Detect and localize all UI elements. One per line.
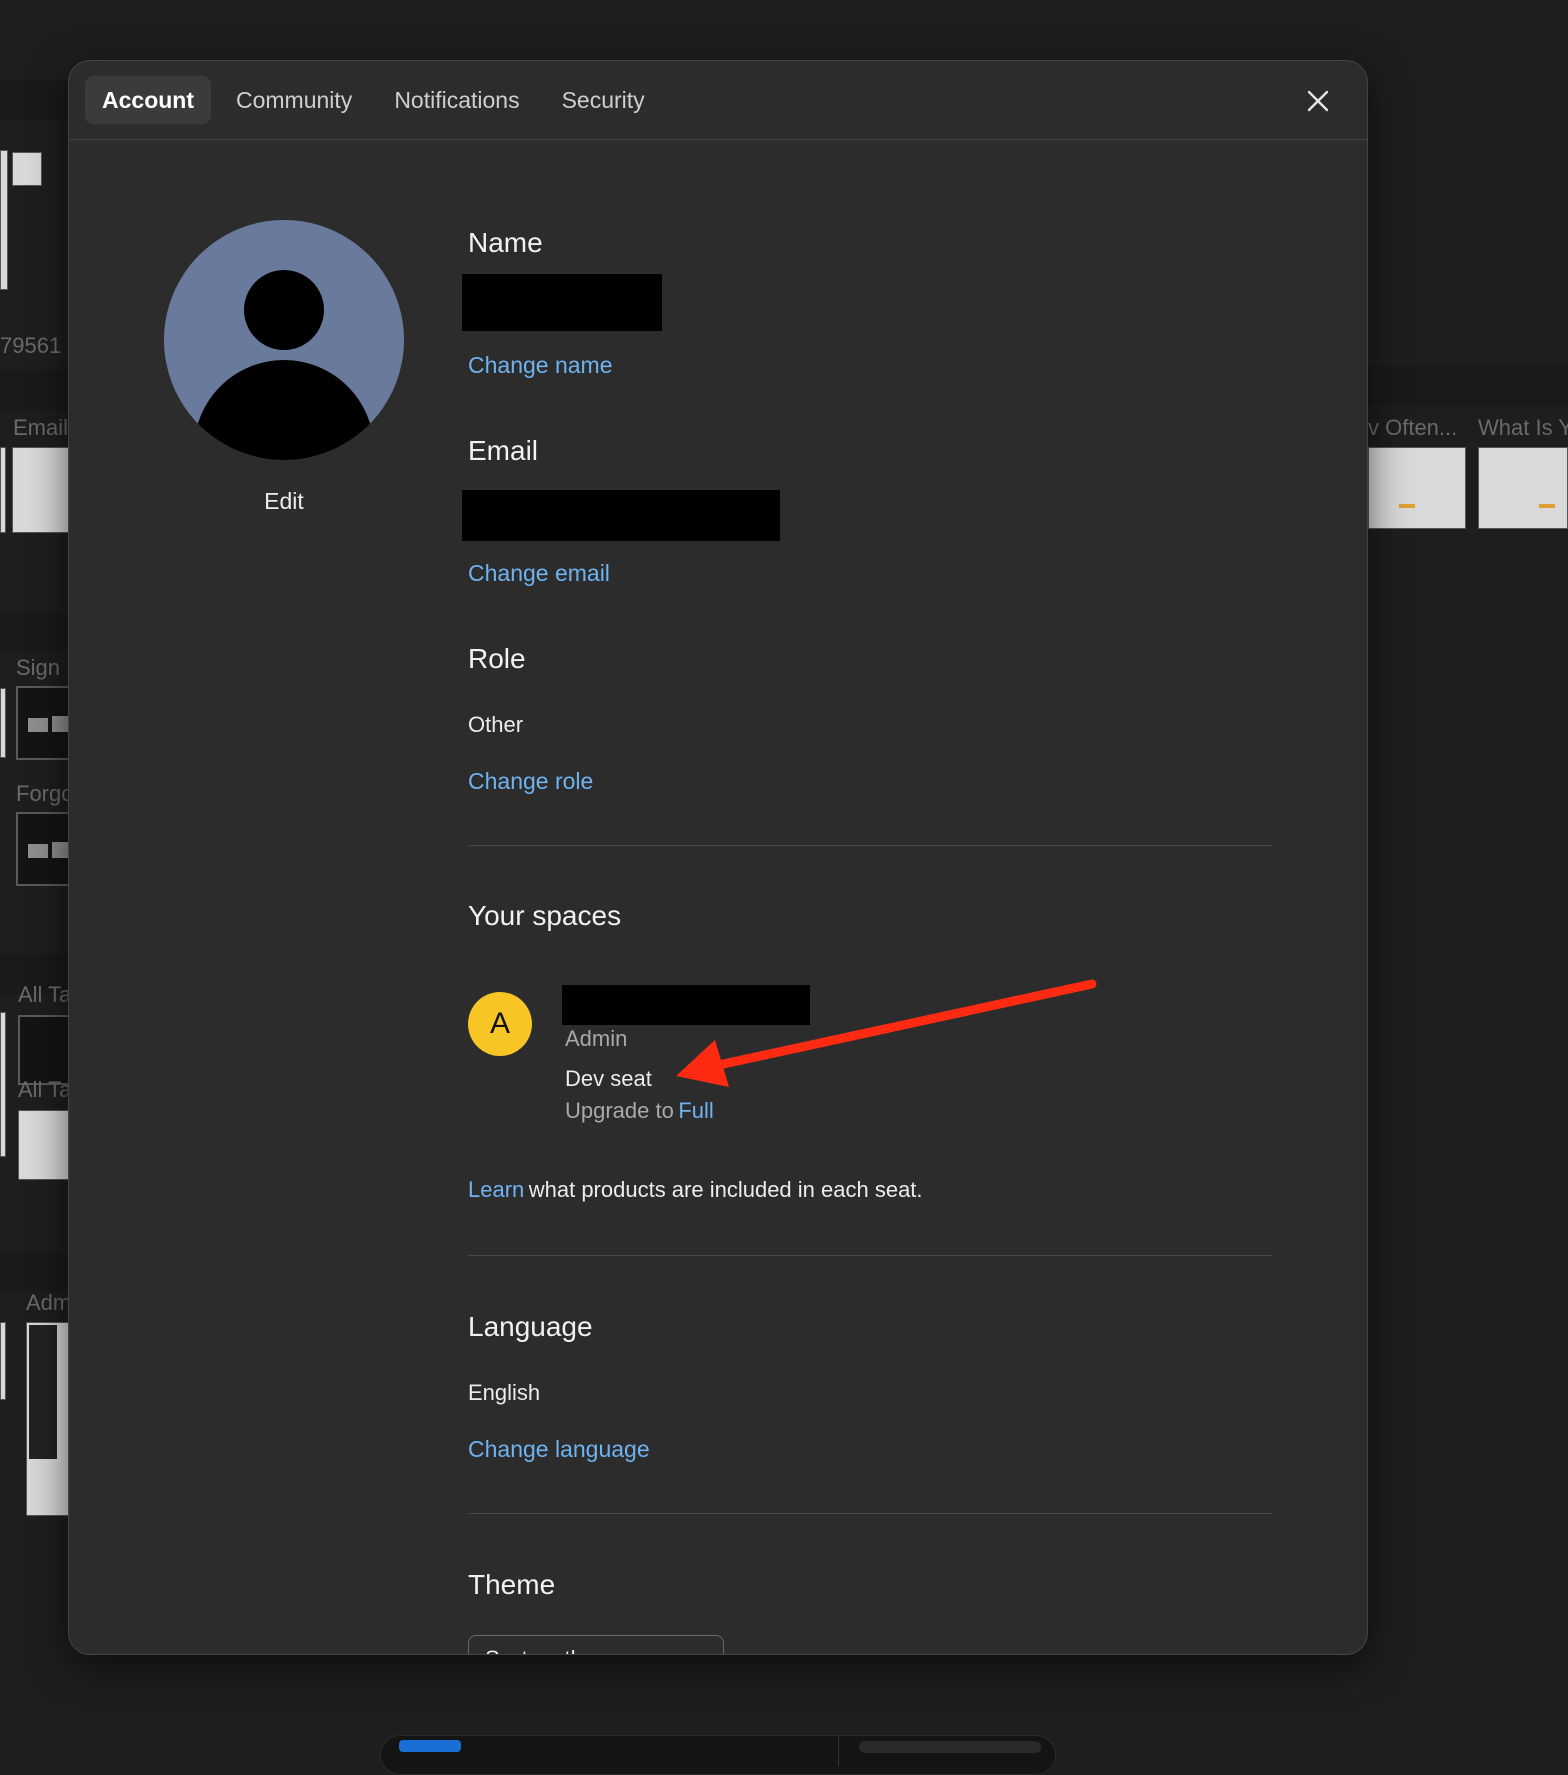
bg-band (0, 370, 70, 410)
upgrade-prefix: Upgrade to (565, 1098, 674, 1123)
bottom-toolbar (380, 1735, 1056, 1775)
bg-band (0, 612, 70, 652)
tab-account[interactable]: Account (85, 76, 211, 124)
spaces-heading: Your spaces (468, 900, 1273, 932)
learn-line: Learn what products are included in each… (468, 1177, 1273, 1203)
theme-selected-value: System theme (485, 1646, 626, 1655)
bg-thumbnail (16, 812, 70, 886)
bg-label: Email (13, 415, 68, 441)
avatar-head (244, 270, 324, 350)
bg-thumbnail (26, 1322, 70, 1516)
bg-label: Sign (16, 655, 60, 681)
tab-security[interactable]: Security (545, 76, 662, 124)
space-avatar: A (468, 992, 532, 1056)
bg-thumbnail (0, 447, 6, 533)
bg-thumbnail (1478, 447, 1568, 529)
role-heading: Role (468, 643, 1273, 675)
close-button[interactable] (1299, 82, 1337, 120)
avatar-body (194, 360, 374, 460)
change-email-link[interactable]: Change email (468, 560, 1273, 587)
toolbar-control[interactable] (859, 1741, 1041, 1753)
bg-band (1368, 366, 1568, 406)
bg-thumbnail (0, 1322, 6, 1400)
role-value: Other (468, 712, 1273, 738)
theme-select[interactable]: System theme (468, 1635, 724, 1655)
settings-tabs: Account Community Notifications Security (69, 61, 1367, 140)
settings-modal: Account Community Notifications Security… (68, 60, 1368, 1655)
tab-notifications[interactable]: Notifications (377, 76, 536, 124)
toolbar-active-tool[interactable] (399, 1740, 461, 1752)
name-redacted (462, 274, 662, 331)
change-language-link[interactable]: Change language (468, 1436, 1273, 1463)
seat-type: Dev seat (565, 1066, 652, 1092)
learn-text: what products are included in each seat. (529, 1177, 923, 1202)
chevron-down-icon (691, 1651, 707, 1655)
learn-link[interactable]: Learn (468, 1177, 524, 1202)
bg-thumbnail (18, 1015, 70, 1085)
bg-thumbnail (12, 447, 70, 533)
bg-label: What Is Y (1478, 415, 1568, 441)
profile-avatar[interactable] (164, 220, 404, 460)
bg-band (0, 1252, 70, 1292)
bg-thumbnail (0, 1012, 6, 1157)
bg-thumbnail (18, 1110, 70, 1180)
bg-thumbnail (0, 150, 8, 290)
divider (468, 845, 1273, 846)
upgrade-line: Upgrade to Full (565, 1098, 714, 1124)
space-role: Admin (565, 1026, 627, 1052)
divider (468, 1513, 1273, 1514)
language-heading: Language (468, 1311, 1273, 1343)
space-name-redacted (562, 985, 810, 1025)
toolbar-divider (838, 1736, 839, 1766)
close-icon (1306, 89, 1330, 113)
language-value: English (468, 1380, 1273, 1406)
bg-thumbnail (1368, 447, 1466, 529)
email-redacted (462, 490, 780, 541)
bg-label: 79561 (0, 333, 61, 359)
bg-thumbnail (12, 152, 42, 186)
bg-band (0, 80, 70, 120)
name-heading: Name (468, 227, 1273, 259)
email-heading: Email (468, 435, 1273, 467)
theme-heading: Theme (468, 1569, 1273, 1601)
change-role-link[interactable]: Change role (468, 768, 1273, 795)
bg-thumbnail (16, 686, 70, 760)
bg-label: Forgo (16, 781, 73, 807)
bg-label: All Ta (18, 982, 71, 1008)
bg-label: Adm (26, 1290, 71, 1316)
bg-thumbnail (0, 688, 6, 758)
divider (468, 1255, 1273, 1256)
bg-label: All Ta (18, 1077, 71, 1103)
tab-community[interactable]: Community (219, 76, 369, 124)
change-name-link[interactable]: Change name (468, 352, 1273, 379)
edit-avatar-button[interactable]: Edit (164, 488, 404, 515)
upgrade-full-link[interactable]: Full (678, 1098, 713, 1123)
bg-label: v Often... (1368, 415, 1457, 441)
